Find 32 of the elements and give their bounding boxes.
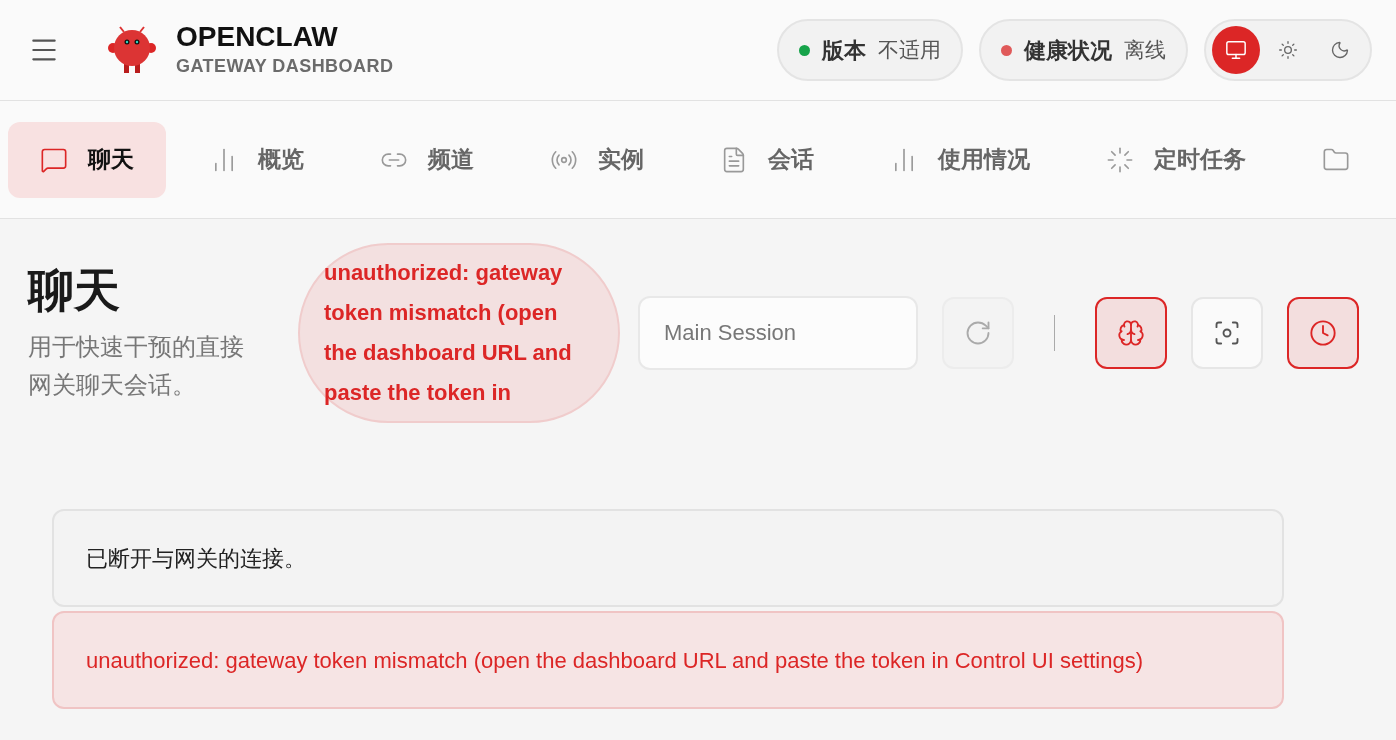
theme-option[interactable] [1212, 26, 1260, 74]
nav-tab[interactable]: 聊天 [8, 121, 166, 198]
refresh-icon [964, 319, 992, 347]
refresh-button[interactable] [942, 297, 1014, 369]
status-label: 版本 [822, 36, 866, 65]
moon-icon [1330, 40, 1350, 60]
page-title: 聊天 [28, 263, 121, 319]
error-bubble: unauthorized: gateway token mismatch (open the dashboard URL and paste the token in [298, 243, 620, 423]
nav-tab[interactable]: 概览 [178, 121, 336, 198]
session-field[interactable]: Main Session [638, 296, 918, 370]
loader-icon [1106, 145, 1134, 174]
brain-toggle[interactable] [1095, 297, 1167, 369]
status-value: 离线 [1124, 37, 1166, 64]
brand-name: OPENCLAW [176, 20, 339, 53]
info-notice: 已断开与网关的连接。 [52, 509, 1284, 607]
nav-tab[interactable]: 实例 [518, 121, 676, 198]
focus-frame-icon [1213, 319, 1241, 347]
focus-toggle[interactable] [1191, 297, 1263, 369]
nav-tab[interactable]: 定时任务 [1074, 121, 1278, 198]
clock-icon [1309, 319, 1337, 347]
error-notice: unauthorized: gateway token mismatch (open the dashboard URL and paste the token in Control UI settings) [52, 611, 1284, 709]
nav-tab[interactable]: 会话 [688, 121, 846, 198]
sun-icon [1278, 40, 1298, 60]
nav-tab[interactable]: 使用情况 [858, 121, 1062, 198]
nav-tab[interactable]: 频道 [348, 121, 506, 198]
brain-icon [1117, 319, 1145, 347]
status-value: 不适用 [878, 37, 941, 64]
page-subtitle: 用于快速干预的直接网关聊天会话。 [28, 331, 245, 400]
brand-subtitle: GATEWAY DASHBOARD [176, 54, 394, 78]
clock-toggle[interactable] [1287, 297, 1359, 369]
monitor-icon [1225, 39, 1247, 61]
status-label: 健康状况 [1024, 36, 1112, 65]
